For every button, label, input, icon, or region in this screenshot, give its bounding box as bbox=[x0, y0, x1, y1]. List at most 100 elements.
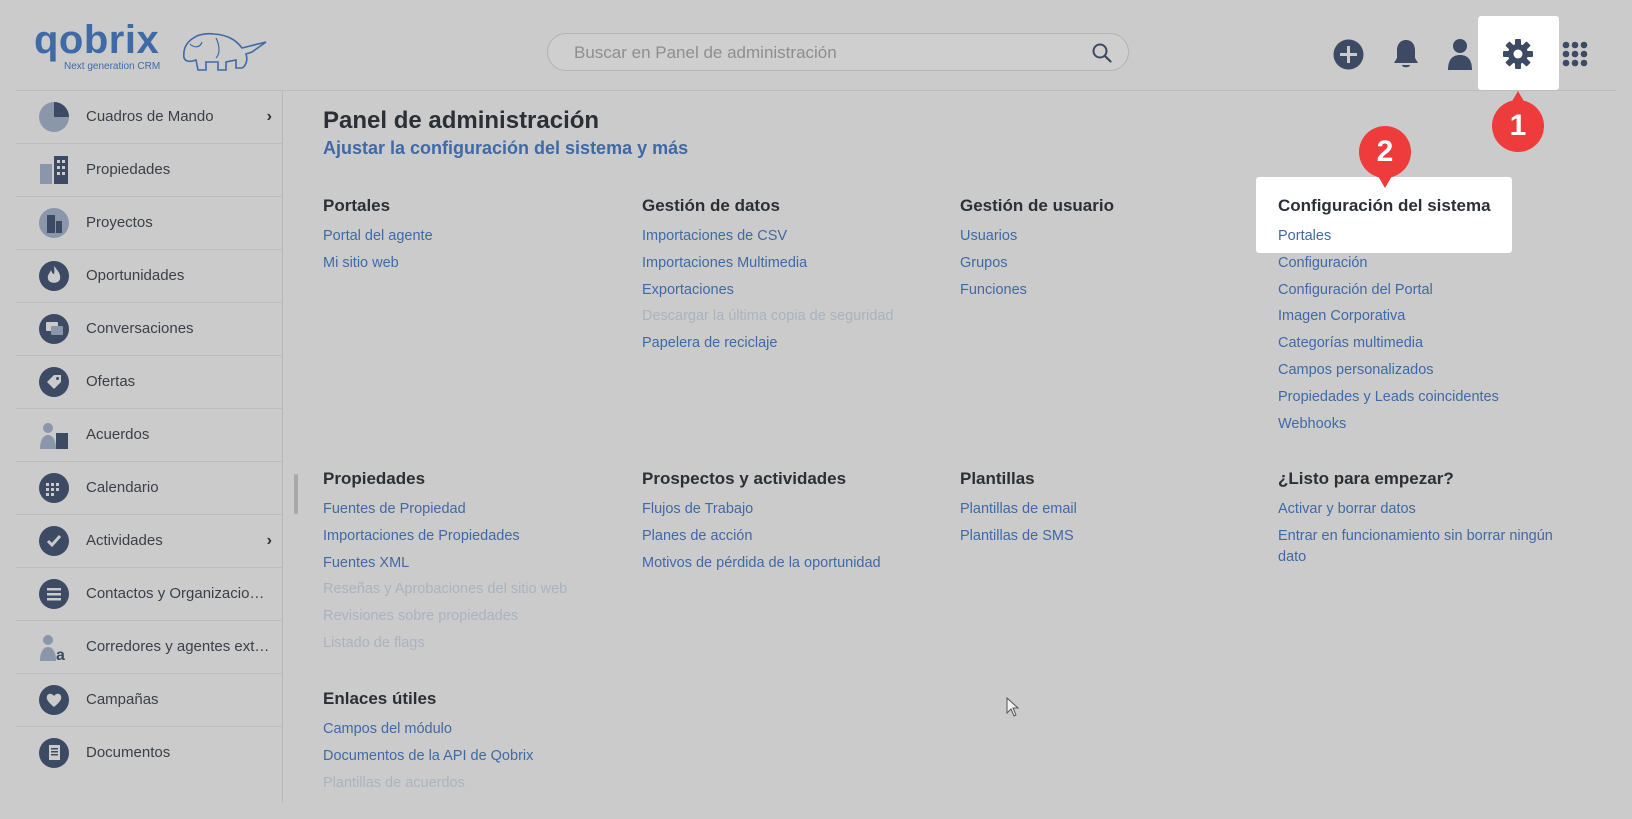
logo-tagline: Next generation CRM bbox=[64, 61, 161, 72]
section-title: Enlaces útiles bbox=[323, 689, 437, 708]
plus-circle-icon[interactable] bbox=[1333, 39, 1364, 70]
bell-icon[interactable] bbox=[1392, 38, 1420, 70]
sidebar-item-label: Calendario bbox=[86, 479, 159, 496]
tag-icon bbox=[39, 367, 69, 397]
calendar-icon bbox=[39, 473, 69, 503]
contacts-icon bbox=[39, 579, 69, 609]
link-workflows[interactable]: Flujos de Trabajo bbox=[642, 496, 942, 523]
qobrix-logo[interactable]: qobrix Next generation CRM bbox=[34, 18, 267, 76]
sidebar-item-label: Acuerdos bbox=[86, 426, 150, 443]
link-recycle-bin[interactable]: Papelera de reciclaje bbox=[642, 330, 942, 357]
sidebar: Cuadros de Mando › Propiedades Proyectos… bbox=[16, 91, 283, 803]
sidebar-item-calendar[interactable]: Calendario bbox=[16, 462, 282, 515]
search-icon[interactable] bbox=[1092, 43, 1112, 63]
settings-button[interactable] bbox=[1478, 16, 1559, 90]
section-title: Plantillas bbox=[960, 469, 1035, 488]
project-icon bbox=[39, 208, 69, 238]
chevron-right-icon: › bbox=[266, 108, 272, 125]
link-portals[interactable]: Portales bbox=[1278, 223, 1578, 250]
search-input[interactable] bbox=[572, 34, 1076, 72]
document-icon bbox=[39, 738, 69, 768]
link-webhooks[interactable]: Webhooks bbox=[1278, 411, 1578, 438]
link-exports[interactable]: Exportaciones bbox=[642, 277, 942, 304]
link-users[interactable]: Usuarios bbox=[960, 223, 1260, 250]
search-bar[interactable] bbox=[547, 33, 1129, 72]
section-templates: Plantillas Plantillas de email Plantilla… bbox=[960, 468, 1260, 550]
sidebar-item-label: Documentos bbox=[86, 744, 171, 761]
section-title: Gestión de usuario bbox=[960, 196, 1114, 215]
sidebar-item-label: Conversaciones bbox=[86, 320, 194, 337]
link-property-sources[interactable]: Fuentes de Propiedad bbox=[323, 496, 623, 523]
app-window: qobrix Next generation CRM Buscar en Pan… bbox=[0, 0, 1632, 819]
link-email-templates[interactable]: Plantillas de email bbox=[960, 496, 1260, 523]
agreement-icon bbox=[40, 423, 68, 449]
user-icon[interactable] bbox=[1447, 38, 1473, 70]
flame-icon bbox=[39, 261, 69, 291]
link-agent-portal[interactable]: Portal del agente bbox=[323, 223, 623, 250]
sidebar-item-projects[interactable]: Proyectos bbox=[16, 197, 282, 250]
sidebar-item-campaigns[interactable]: Campañas bbox=[16, 674, 282, 727]
link-branding[interactable]: Imagen Corporativa bbox=[1278, 303, 1578, 330]
section-title: Portales bbox=[323, 196, 391, 215]
link-website-reviews: Reseñas y Aprobaciones del sitio web bbox=[323, 581, 568, 598]
link-roles[interactable]: Funciones bbox=[960, 277, 1260, 304]
link-media-imports[interactable]: Importaciones Multimedia bbox=[642, 250, 942, 277]
link-flags-list: Listado de flags bbox=[323, 634, 425, 651]
link-api-docs[interactable]: Documentos de la API de Qobrix bbox=[323, 743, 623, 770]
sidebar-item-opportunities[interactable]: Oportunidades bbox=[16, 250, 282, 303]
sidebar-item-dashboards[interactable]: Cuadros de Mando › bbox=[16, 91, 282, 144]
link-sms-templates[interactable]: Plantillas de SMS bbox=[960, 523, 1260, 550]
step-marker-2: 2 bbox=[1359, 126, 1411, 188]
step-marker-1: 1 bbox=[1492, 91, 1544, 152]
sidebar-item-label: Ofertas bbox=[86, 373, 136, 390]
sidebar-item-documents[interactable]: Documentos bbox=[16, 727, 282, 780]
chat-icon bbox=[39, 314, 69, 344]
link-module-fields[interactable]: Campos del módulo bbox=[323, 716, 623, 743]
scrollbar-thumb[interactable] bbox=[294, 474, 298, 514]
sidebar-item-label: Cuadros de Mando bbox=[86, 108, 214, 125]
page-title: Panel de administración bbox=[323, 107, 600, 134]
top-header: qobrix Next generation CRM bbox=[0, 0, 1632, 90]
link-media-categories[interactable]: Categorías multimedia bbox=[1278, 330, 1578, 357]
section-data-management: Gestión de datos Importaciones de CSV Im… bbox=[642, 195, 942, 357]
sidebar-item-activities[interactable]: Actividades › bbox=[16, 515, 282, 568]
sidebar-item-offers[interactable]: Ofertas bbox=[16, 356, 282, 409]
section-title: Gestión de datos bbox=[642, 196, 780, 215]
link-agreement-templates: Plantillas de acuerdos bbox=[323, 774, 465, 791]
link-my-website[interactable]: Mi sitio web bbox=[323, 250, 623, 277]
svg-text:a: a bbox=[56, 647, 65, 663]
link-configuration[interactable]: Configuración bbox=[1278, 250, 1578, 277]
link-lost-reasons[interactable]: Motivos de pérdida de la oportunidad bbox=[642, 550, 942, 577]
link-csv-imports[interactable]: Importaciones de CSV bbox=[642, 223, 942, 250]
sidebar-item-contacts[interactable]: Contactos y Organizaciones bbox=[16, 568, 282, 621]
sidebar-item-label: Corredores y agentes exte… bbox=[86, 638, 272, 655]
section-properties: Propiedades Fuentes de Propiedad Importa… bbox=[323, 468, 623, 657]
link-property-imports[interactable]: Importaciones de Propiedades bbox=[323, 523, 623, 550]
section-portales: Portales Portal del agente Mi sitio web bbox=[323, 195, 623, 277]
pie-chart-icon bbox=[39, 102, 69, 132]
link-property-lead-matching[interactable]: Propiedades y Leads coincidentes bbox=[1278, 384, 1578, 411]
sidebar-item-agreements[interactable]: Acuerdos bbox=[16, 409, 282, 462]
sidebar-item-label: Contactos y Organizaciones bbox=[86, 585, 272, 602]
link-property-revisions: Revisiones sobre propiedades bbox=[323, 608, 519, 625]
gear-icon bbox=[1503, 39, 1533, 69]
sidebar-item-conversations[interactable]: Conversaciones bbox=[16, 303, 282, 356]
section-title: Prospectos y actividades bbox=[642, 469, 847, 488]
section-user-management: Gestión de usuario Usuarios Grupos Funci… bbox=[960, 195, 1260, 303]
link-groups[interactable]: Grupos bbox=[960, 250, 1260, 277]
section-leads-activities: Prospectos y actividades Flujos de Traba… bbox=[642, 468, 942, 576]
link-custom-fields[interactable]: Campos personalizados bbox=[1278, 357, 1578, 384]
page-subtitle: Ajustar la configuración del sistema y m… bbox=[323, 138, 689, 158]
heart-icon bbox=[39, 685, 69, 715]
link-go-live-keep-data[interactable]: Entrar en funcionamiento sin borrar ning… bbox=[1278, 526, 1568, 568]
apps-grid-icon[interactable] bbox=[1562, 41, 1588, 67]
link-xml-sources[interactable]: Fuentes XML bbox=[323, 550, 623, 577]
link-activate-clear-data[interactable]: Activar y borrar datos bbox=[1278, 496, 1578, 523]
sidebar-item-properties[interactable]: Propiedades bbox=[16, 144, 282, 197]
link-portal-configuration[interactable]: Configuración del Portal bbox=[1278, 277, 1578, 304]
section-title: Propiedades bbox=[323, 469, 426, 488]
sidebar-item-label: Proyectos bbox=[86, 214, 153, 231]
sidebar-item-brokers[interactable]: a Corredores y agentes exte… bbox=[16, 621, 282, 674]
sidebar-item-label: Oportunidades bbox=[86, 267, 185, 284]
link-action-plans[interactable]: Planes de acción bbox=[642, 523, 942, 550]
